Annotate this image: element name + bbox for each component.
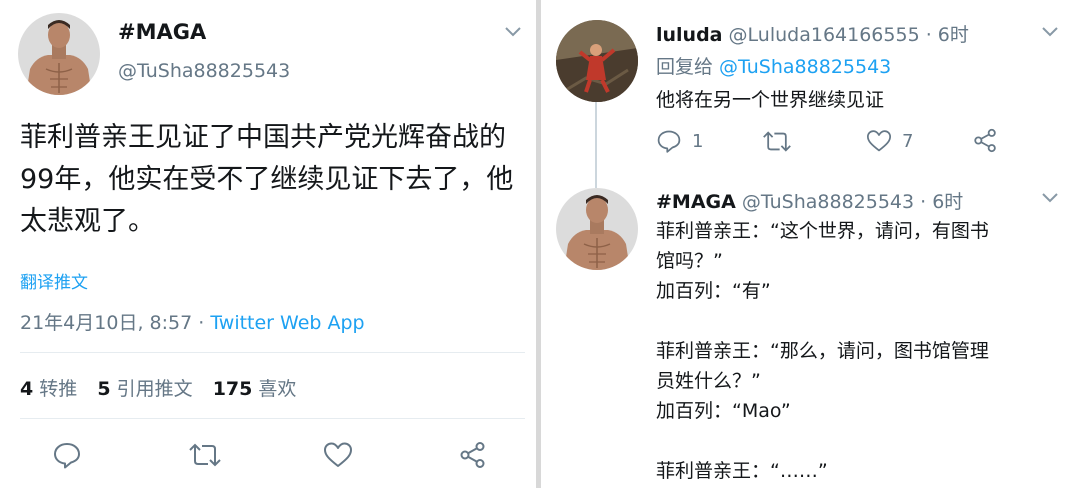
share-button[interactable] [973, 128, 998, 153]
replying-to-label: 回复给 [656, 56, 720, 78]
display-name[interactable]: #MAGA [118, 20, 206, 44]
divider [20, 352, 525, 353]
reply-button[interactable] [52, 440, 82, 470]
chevron-down-icon[interactable] [1041, 26, 1059, 38]
chevron-down-icon[interactable] [504, 26, 522, 38]
share-icon [974, 128, 996, 153]
timestamp: 21年4月10日, 8:57 · [20, 312, 211, 334]
retweet-icon [763, 131, 791, 152]
user-handle[interactable]: @TuSha88825543 [118, 60, 290, 82]
engagement-stats: 4 转推 5 引用推文 175 喜欢 [20, 374, 310, 401]
reply-count: 1 [692, 130, 704, 152]
retweet-icon [189, 443, 221, 467]
tweet-line: 馆吗？” [656, 250, 723, 272]
tweet-line: 菲利普亲王：“那么，请问，图书馆管理 [656, 340, 989, 362]
tweet-line: 员姓什么？” [656, 370, 761, 392]
quotes-label: 引用推文 [116, 378, 193, 400]
likes-count: 175 [212, 378, 253, 400]
retweet-button[interactable] [188, 441, 222, 469]
tweet-line: 菲利普亲王：“……” [656, 460, 828, 482]
handle-and-time: @Luluda164166555 · 6时 [722, 24, 969, 46]
thread-connector-line [595, 102, 597, 188]
avatar[interactable] [556, 188, 638, 270]
tweet-header: #MAGA @TuSha88825543 · 6时 [656, 187, 963, 214]
likes-stat[interactable]: 175 喜欢 [213, 378, 297, 400]
retweet-button[interactable] [762, 129, 802, 154]
left-tweet-panel: #MAGA @TuSha88825543 菲利普亲王见证了中国共产党光辉奋战的9… [0, 0, 536, 488]
avatar[interactable] [556, 20, 638, 102]
retweets-label: 转推 [39, 378, 78, 400]
like-count: 7 [902, 130, 914, 152]
handle-and-time: @TuSha88825543 · 6时 [735, 191, 964, 213]
translate-tweet-link[interactable]: 翻译推文 [20, 268, 88, 293]
right-thread-panel: luluda @Luluda164166555 · 6时 回复给 @TuSha8… [541, 0, 1080, 488]
share-button[interactable] [459, 441, 487, 469]
replying-to: 回复给 @TuSha88825543 [656, 52, 891, 79]
source-link[interactable]: Twitter Web App [210, 312, 364, 334]
tweet-line [656, 426, 1056, 456]
tweet-line: 加百列：“Mao” [656, 400, 791, 422]
quotes-stat[interactable]: 5 引用推文 [97, 378, 192, 400]
divider [20, 418, 525, 419]
like-button[interactable] [323, 441, 353, 469]
tweet-text: 菲利普亲王：“这个世界，请问，有图书 馆吗？” 加百列：“有” 菲利普亲王：“那… [656, 216, 1056, 486]
share-icon [460, 442, 485, 468]
likes-label: 喜欢 [258, 378, 297, 400]
reply-header: luluda @Luluda164166555 · 6时 [656, 20, 969, 47]
retweets-stat[interactable]: 4 转推 [20, 378, 77, 400]
reply-button[interactable]: 1 [656, 128, 703, 154]
like-button[interactable]: 7 [866, 129, 913, 153]
like-icon [866, 130, 891, 152]
tweet-line: 菲利普亲王：“这个世界，请问，有图书 [656, 220, 989, 242]
display-name[interactable]: #MAGA [656, 191, 736, 213]
chevron-down-icon[interactable] [1041, 192, 1059, 204]
mention-link[interactable]: @TuSha88825543 [719, 56, 891, 78]
display-name[interactable]: luluda [656, 24, 723, 46]
retweets-count: 4 [20, 378, 34, 400]
tweet-line [656, 306, 1056, 336]
reply-icon [657, 130, 681, 153]
like-icon [324, 442, 352, 467]
reply-icon [54, 443, 80, 469]
quotes-count: 5 [97, 378, 111, 400]
tweet-line: 加百列：“有” [656, 280, 771, 302]
tweet-text: 菲利普亲王见证了中国共产党光辉奋战的99年，他实在受不了继续见证下去了，他太悲观… [20, 122, 514, 237]
avatar[interactable] [18, 13, 100, 95]
tweet-meta: 21年4月10日, 8:57 · Twitter Web App [20, 308, 365, 335]
reply-text: 他将在另一个世界继续见证 [656, 89, 885, 111]
